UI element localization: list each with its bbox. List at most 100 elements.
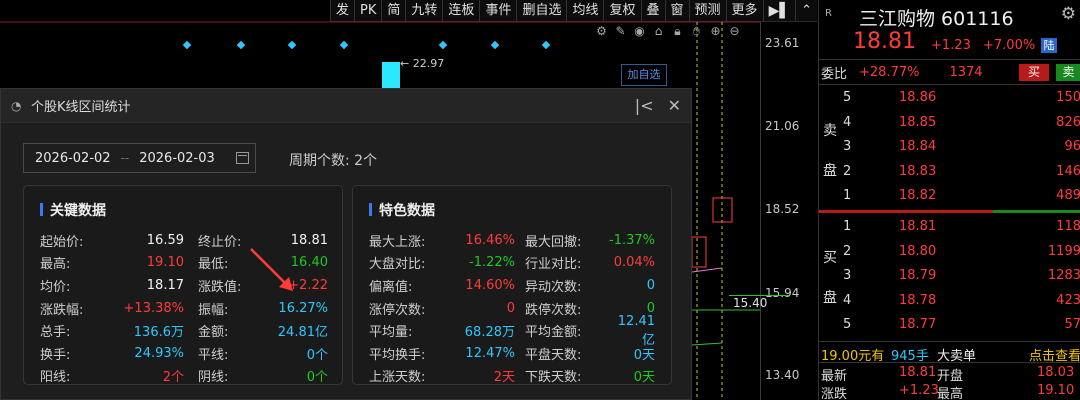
stat-value: 16.27% [278,300,328,316]
stat-label: 起始价: [40,234,84,250]
level-price: 18.81 [899,219,937,234]
stat-row: 平均量: 68.28万 平均金额: 12.41亿 [369,314,661,348]
stat-label: 最大上涨: [369,234,426,250]
period-count-label: 周期个数: [289,153,350,169]
sell-button[interactable]: 卖 [1056,64,1080,81]
level-qty: 826 [1056,114,1080,130]
level-price: 18.84 [899,139,937,155]
buy-ratio-fill [819,210,993,213]
stat-label: 最低: [198,257,229,273]
stat-label: 平均量: [369,325,413,341]
collapse-left-icon[interactable]: |< [635,96,654,115]
order-book-level[interactable]: 5 18.77 57 [819,313,1080,338]
stat-label: 均价: [40,279,71,295]
stat-value: 0个 [306,347,328,363]
date-range-picker[interactable]: 2026-02-02 -- 2026-02-03 [23,143,256,173]
stat-label: 异动次数: [525,279,582,295]
level-number: 2 [843,243,852,259]
key-data-title: 关键数据 [40,200,106,220]
stat-row: 起始价: 16.59 终止价: 18.81 [40,229,332,252]
signal-marker [236,40,246,50]
date-start[interactable]: 2026-02-02 [35,151,111,166]
stat-label: 阴线: [198,370,229,386]
buy-button[interactable]: 买 [1019,64,1049,81]
quote-header: R 三江购物 601116 ⚙ 18.81 +1.23 +7.00% 陆 [819,0,1080,60]
level-number: 4 [843,114,852,130]
stat-value: 0 [506,300,515,316]
stat-label: 大盘对比: [369,257,426,273]
order-book-level[interactable]: 2 18.80 1199 [819,240,1080,265]
stock-change-pct: +7.00% [983,38,1036,53]
level-price: 18.77 [899,317,937,333]
level-qty: 489 [1056,188,1080,204]
stat-label: 平均换手: [369,347,426,363]
stat-value: 0 [646,277,655,293]
stat-value: -1.37% [609,232,655,248]
chg-label: 涨跌 [821,387,848,400]
click-view-link[interactable]: 点击查看 [1029,345,1080,364]
kline-candle [382,62,400,88]
stock-change: +1.23 [931,38,971,53]
feature-data-title: 特色数据 [369,200,435,220]
dialog-header[interactable]: ◔ 个股K线区间统计 |< ✕ [1,89,691,123]
stat-value: 24.81亿 [277,325,328,341]
calendar-icon[interactable] [236,152,249,164]
stat-row: 阳线: 2个 阴线: 0个 [40,365,332,388]
signal-marker [339,40,349,50]
order-book-level[interactable]: 4 18.78 423 [819,289,1080,314]
order-book-level[interactable]: 5 18.86 150 [819,86,1080,111]
stat-label: 换手: [40,347,71,363]
stat-value: 14.60% [465,277,515,293]
stat-value: 12.47% [465,345,515,361]
stat-value: 24.93% [134,345,184,361]
stock-price: 18.81 [853,29,916,54]
bid-book: 买 盘 1 18.81 118 2 18.80 1199 3 18.79 1283 4 18.78 4… [819,215,1080,338]
level-price: 18.78 [899,292,937,308]
stat-value: 16.40 [290,255,328,271]
level-price: 18.85 [899,114,937,130]
stat-label: 下跌天数: [525,370,582,386]
feature-data-rows: 最大上涨: 16.46% 最大回撤: -1.37% 大盘对比: -1.22% 行业对比: 0.… [369,229,661,387]
level-number: 4 [843,292,852,308]
order-ratio-diff: 1374 [949,64,983,80]
add-watch-button[interactable]: 加自选 [621,64,667,86]
ask-book: 卖 盘 5 18.86 150 4 18.85 826 3 18.84 96 2 18.83 146 1… [819,86,1080,209]
stat-label: 总手: [40,325,71,341]
stat-value: 16.46% [465,232,515,248]
level-qty: 150 [1056,90,1080,105]
stat-label: 偏离值: [369,279,413,295]
stat-label: 上涨天数: [369,370,426,386]
order-book-level[interactable]: 2 18.83 146 [819,160,1080,185]
level-price: 18.83 [899,163,937,179]
stat-label: 平均金额: [525,325,582,341]
order-book-level[interactable]: 1 18.82 489 [819,184,1080,209]
level-qty: 1199 [1047,243,1080,259]
level-qty: 57 [1064,317,1080,333]
stat-row: 总手: 136.6万 金额: 24.81亿 [40,319,332,342]
order-book-level[interactable]: 4 18.85 826 [819,111,1080,136]
date-end[interactable]: 2026-02-03 [139,151,215,166]
big-order-qty: 945手 [891,349,929,364]
order-book-level[interactable]: 3 18.79 1283 [819,264,1080,289]
close-icon[interactable]: ✕ [668,96,681,115]
order-book-level[interactable]: 3 18.84 96 [819,135,1080,160]
level-number: 1 [843,188,852,204]
level-number: 1 [843,219,852,234]
order-book-level[interactable]: 1 18.81 118 [819,215,1080,240]
level-qty: 423 [1056,292,1080,308]
open-value: 18.03 [1037,365,1075,380]
signal-marker [490,40,500,50]
stat-value: +13.38% [123,300,184,316]
period-count-value: 2个 [354,153,378,169]
level-number: 3 [843,139,852,155]
signal-marker [541,40,551,50]
signal-marker [287,40,297,50]
gear-icon[interactable]: ⚙ [1061,4,1076,24]
stat-value: 68.28万 [464,325,515,341]
level-qty: 146 [1056,163,1080,179]
stat-label: 行业对比: [525,257,582,273]
stat-value: 136.6万 [133,325,184,341]
stat-label: 金额: [198,325,229,341]
stat-label: 涨停次数: [369,302,426,318]
axis-tick-label: 18.52 [765,202,800,216]
